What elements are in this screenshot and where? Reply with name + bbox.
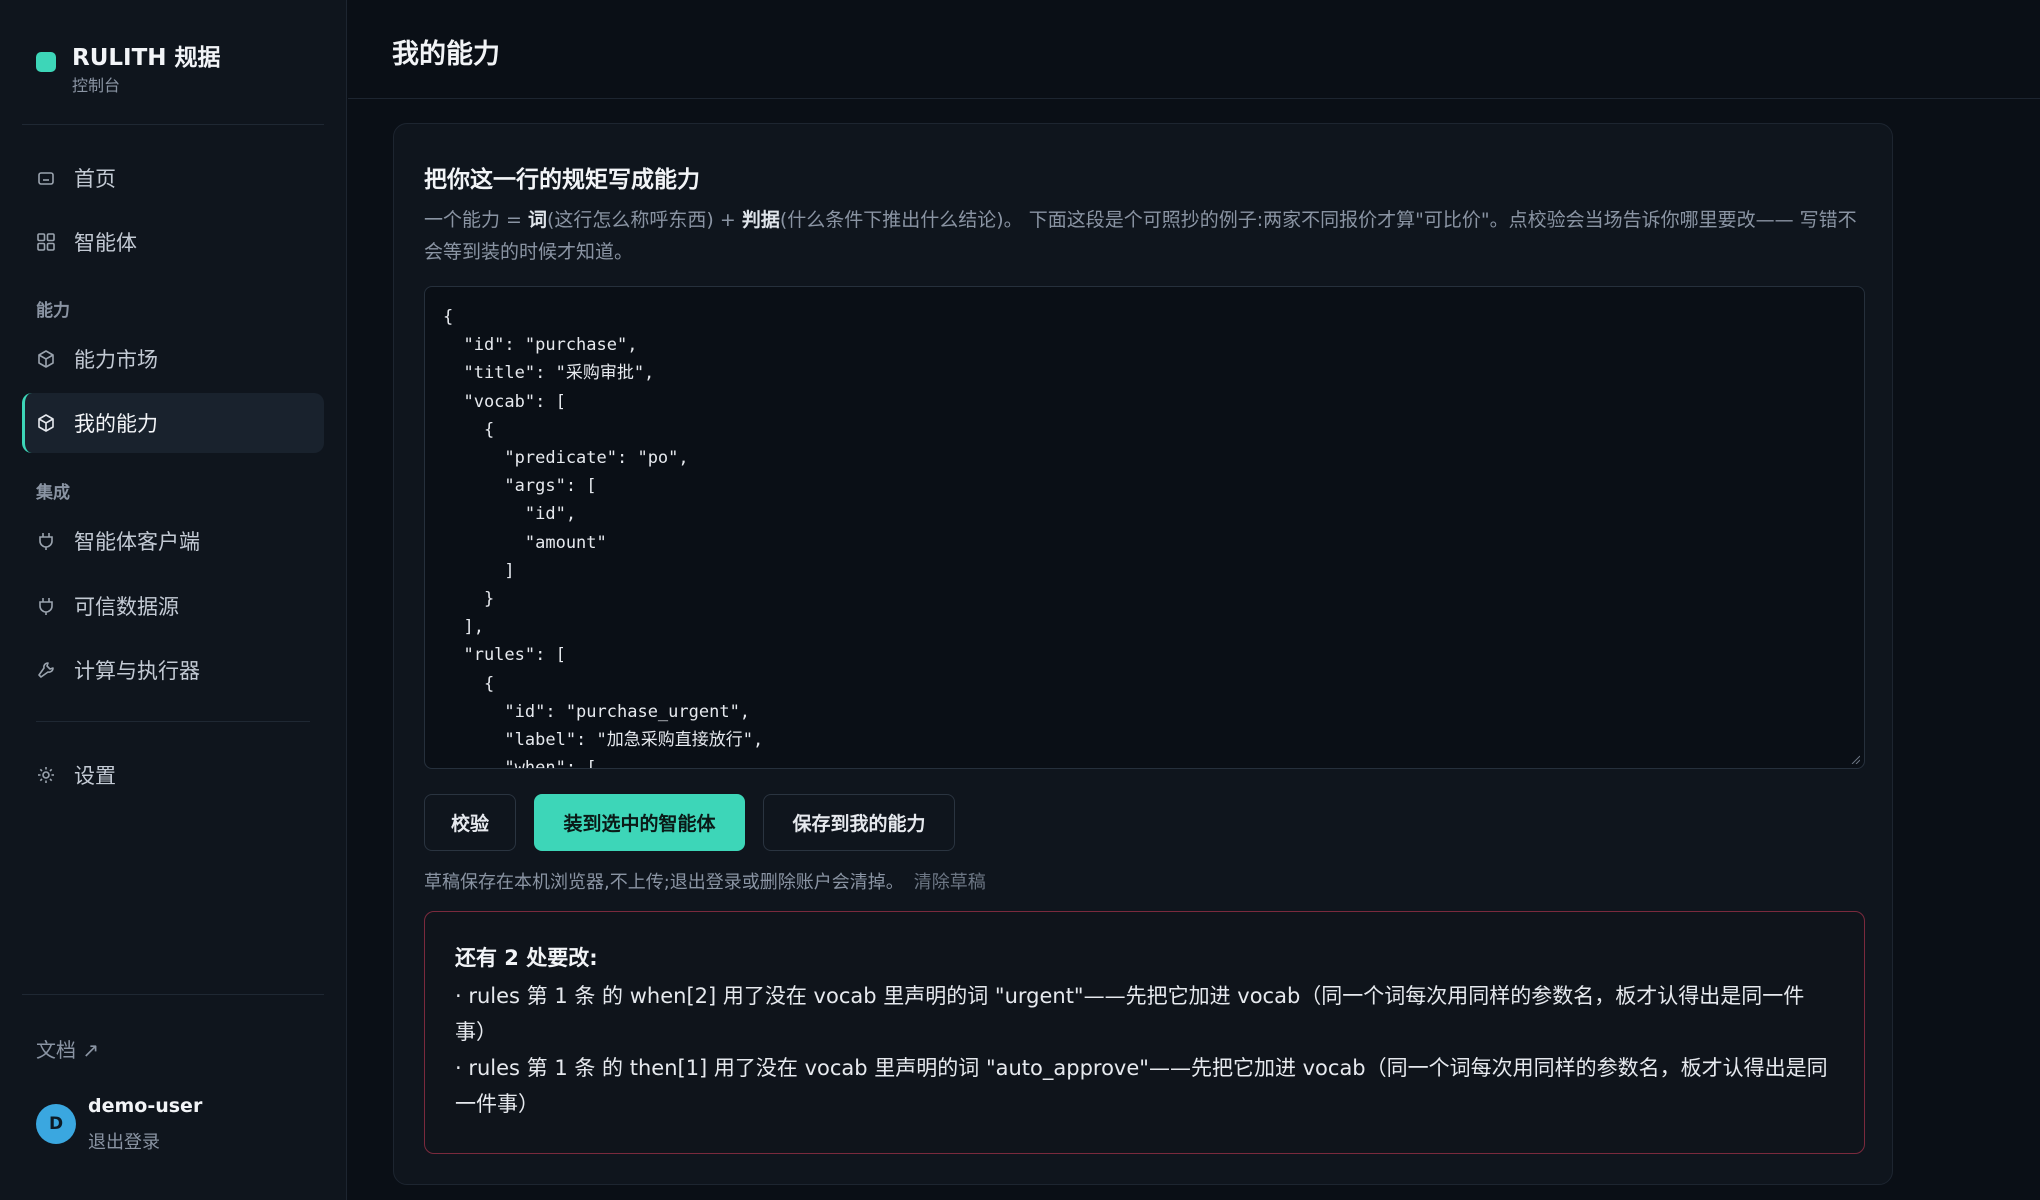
cube-icon — [36, 413, 56, 433]
home-icon — [36, 168, 56, 188]
sidebar-item-label: 设置 — [74, 764, 116, 788]
sidebar-item-label: 计算与执行器 — [74, 659, 200, 683]
sidebar-item-compute-executors[interactable]: 计算与执行器 — [22, 640, 324, 700]
sidebar-item-market[interactable]: 能力市场 — [22, 329, 324, 389]
sidebar-item-agents[interactable]: 智能体 — [22, 212, 324, 272]
validation-errors: 还有 2 处要改: · rules 第 1 条 的 when[2] 用了没在 v… — [424, 911, 1865, 1154]
save-button[interactable]: 保存到我的能力 — [763, 794, 955, 851]
sidebar-item-settings[interactable]: 设置 — [22, 745, 324, 805]
divider — [36, 721, 310, 722]
draft-note-text: 草稿保存在本机浏览器,不上传;退出登录或删除账户会清掉。 — [424, 872, 904, 893]
brand-title: RULITH 规据 — [72, 45, 221, 71]
cube-icon — [36, 349, 56, 369]
gear-icon — [36, 765, 56, 785]
sidebar-item-trusted-sources[interactable]: 可信数据源 — [22, 576, 324, 636]
error-item: · rules 第 1 条 的 then[1] 用了没在 vocab 里声明的词… — [455, 1056, 1828, 1116]
plug-icon — [36, 596, 56, 616]
errors-title: 还有 2 处要改: — [455, 946, 598, 970]
sidebar-item-label: 我的能力 — [74, 412, 158, 436]
desc-text: (这行怎么称呼东西) + — [547, 209, 742, 231]
brand-logo-icon — [36, 52, 56, 72]
sidebar-item-label: 能力市场 — [74, 348, 158, 372]
resize-handle-icon[interactable] — [1850, 754, 1860, 764]
sidebar-item-label: 可信数据源 — [74, 595, 179, 619]
header: 我的能力 — [348, 0, 2040, 99]
sidebar-item-my-capability[interactable]: 我的能力 — [22, 393, 324, 453]
divider — [22, 124, 324, 125]
card-title: 把你这一行的规矩写成能力 — [424, 167, 700, 193]
sidebar: RULITH 规据 控制台 首页 智能体 能力 能力市场 我的能力 集成 智能体… — [0, 0, 347, 1200]
nav-section-integration: 集成 — [36, 483, 70, 503]
grid-icon — [36, 232, 56, 252]
page-title: 我的能力 — [392, 39, 500, 70]
brand-subtitle: 控制台 — [72, 76, 121, 95]
sidebar-item-label: 首页 — [74, 167, 116, 191]
desc-word: 词 — [528, 209, 548, 231]
desc-text: 一个能力 = — [424, 209, 528, 231]
plug-icon — [36, 531, 56, 551]
draft-note: 草稿保存在本机浏览器,不上传;退出登录或删除账户会清掉。 清除草稿 — [424, 868, 986, 894]
logout-link[interactable]: 退出登录 — [88, 1128, 160, 1154]
json-editor[interactable]: { "id": "purchase", "title": "采购审批", "vo… — [424, 286, 1865, 769]
sidebar-item-agent-clients[interactable]: 智能体客户端 — [22, 511, 324, 571]
user-name: demo-user — [88, 1095, 203, 1117]
wrench-icon — [36, 660, 56, 680]
error-item: · rules 第 1 条 的 when[2] 用了没在 vocab 里声明的词… — [455, 984, 1805, 1044]
install-button[interactable]: 装到选中的智能体 — [534, 794, 745, 851]
nav-section-capability: 能力 — [36, 301, 70, 321]
card-description: 一个能力 = 词(这行怎么称呼东西) + 判据(什么条件下推出什么结论)。 下面… — [424, 204, 1864, 268]
clear-draft-link[interactable]: 清除草稿 — [914, 872, 986, 893]
json-editor-content[interactable]: { "id": "purchase", "title": "采购审批", "vo… — [443, 303, 1846, 768]
divider — [22, 994, 324, 995]
sidebar-item-label: 智能体 — [74, 231, 137, 255]
validate-button[interactable]: 校验 — [424, 794, 516, 851]
avatar: D — [36, 1104, 76, 1144]
desc-judge: 判据 — [741, 209, 780, 231]
sidebar-item-label: 智能体客户端 — [74, 530, 200, 554]
docs-link[interactable]: 文档 ↗ — [36, 1034, 99, 1063]
capability-editor-card: 把你这一行的规矩写成能力 一个能力 = 词(这行怎么称呼东西) + 判据(什么条… — [393, 123, 1893, 1185]
sidebar-item-home[interactable]: 首页 — [22, 148, 324, 208]
